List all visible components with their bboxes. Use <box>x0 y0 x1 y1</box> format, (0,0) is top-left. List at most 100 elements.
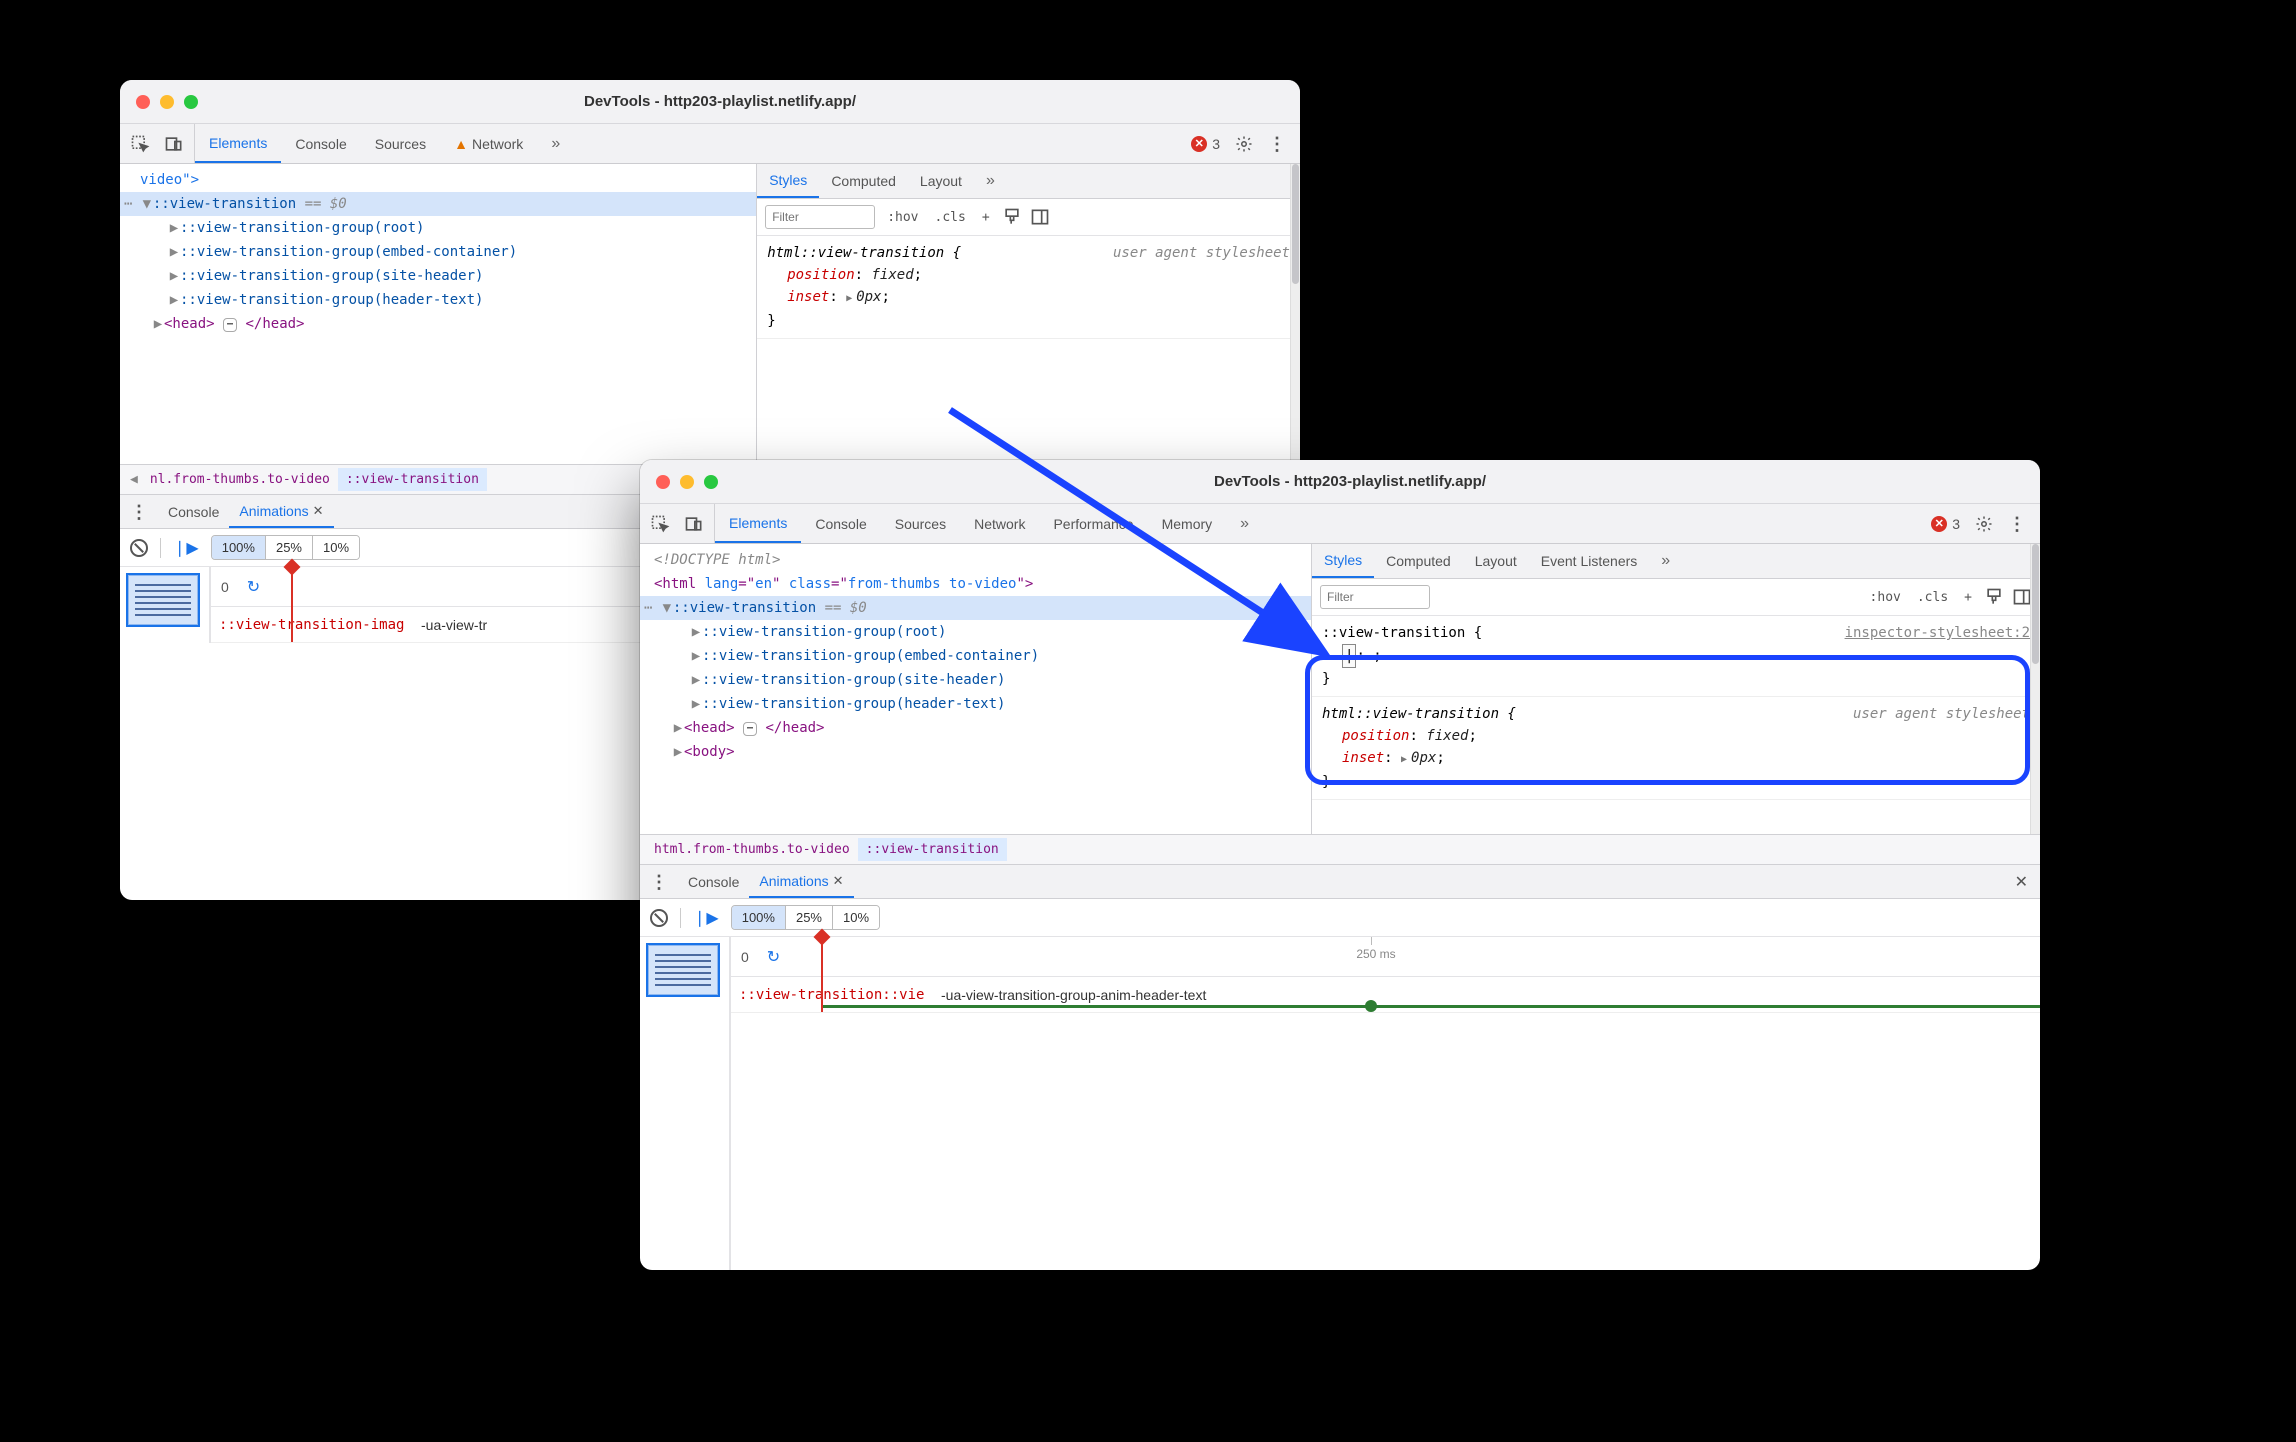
crumb-selected[interactable]: ::view-transition <box>858 838 1007 861</box>
subtab-computed[interactable]: Computed <box>1374 544 1463 578</box>
minimize-dot[interactable] <box>680 475 694 489</box>
speed-100[interactable]: 100% <box>212 536 266 559</box>
keyframe-dot[interactable] <box>1365 1000 1377 1012</box>
speed-segment: 100% 25% 10% <box>731 905 880 930</box>
speed-segment: 100% 25% 10% <box>211 535 360 560</box>
subtab-more[interactable]: » <box>974 164 1007 198</box>
crumb-html[interactable]: nl.from-thumbs.to-video <box>142 468 338 491</box>
subtab-event-listeners[interactable]: Event Listeners <box>1529 544 1650 578</box>
error-count[interactable]: ✕3 <box>1191 136 1220 152</box>
subtab-layout[interactable]: Layout <box>1463 544 1529 578</box>
tab-console[interactable]: Console <box>801 504 880 543</box>
panel-icon[interactable] <box>1030 207 1050 227</box>
css-rule-new[interactable]: inspector-stylesheet:2 ::view-transition… <box>1312 616 2040 697</box>
clear-icon[interactable] <box>650 909 668 927</box>
styles-toolbar: :hov .cls + <box>1312 579 2040 616</box>
speed-10[interactable]: 10% <box>833 906 879 929</box>
error-count[interactable]: ✕3 <box>1931 516 1960 532</box>
traffic-lights <box>656 475 718 489</box>
replay-icon[interactable]: ↻ <box>759 947 788 967</box>
subtab-layout[interactable]: Layout <box>908 164 974 198</box>
gear-icon[interactable] <box>1974 514 1994 534</box>
brush-icon[interactable] <box>1984 587 2004 607</box>
speed-10[interactable]: 10% <box>313 536 359 559</box>
inspect-icon[interactable] <box>130 134 150 154</box>
traffic-lights <box>136 95 198 109</box>
gear-icon[interactable] <box>1234 134 1254 154</box>
replay-icon[interactable]: ↻ <box>239 577 268 597</box>
tab-elements[interactable]: Elements <box>195 124 281 163</box>
close-icon[interactable]: ✕ <box>833 873 844 889</box>
hov-button[interactable]: :hov <box>1866 588 1905 607</box>
anim-thumb[interactable] <box>648 945 718 995</box>
play-icon[interactable]: ❘▶ <box>693 908 719 928</box>
drawer-close[interactable]: ✕ <box>2003 872 2040 892</box>
play-icon[interactable]: ❘▶ <box>173 538 199 558</box>
tab-sources[interactable]: Sources <box>361 124 440 163</box>
css-rule-ua[interactable]: user agent stylesheet html::view-transit… <box>757 236 1300 339</box>
scrollbar[interactable] <box>2030 544 2040 834</box>
drawer-menu[interactable]: ⋮ <box>120 503 158 521</box>
breadcrumb[interactable]: html.from-thumbs.to-video ::view-transit… <box>640 834 2040 864</box>
brush-icon[interactable] <box>1002 207 1022 227</box>
drawer-tab-animations[interactable]: Animations✕ <box>749 865 853 898</box>
styles-toolbar: :hov .cls + <box>757 199 1300 236</box>
drawer-tab-console[interactable]: Console <box>678 865 749 898</box>
add-rule-button[interactable]: + <box>1960 588 1976 607</box>
device-icon[interactable] <box>684 514 704 534</box>
cls-button[interactable]: .cls <box>1913 588 1952 607</box>
minimize-dot[interactable] <box>160 95 174 109</box>
filter-input[interactable] <box>765 205 875 229</box>
titlebar: DevTools - http203-playlist.netlify.app/ <box>120 80 1300 124</box>
dom-tree[interactable]: video"> ⋯ ▼::view-transition == $0 ▶::vi… <box>120 164 756 340</box>
main-toolbar: Elements Console Sources ▲Network » ✕3 ⋮ <box>120 124 1300 164</box>
hov-button[interactable]: :hov <box>883 208 922 227</box>
tab-network[interactable]: ▲Network <box>440 124 537 163</box>
crumb-html[interactable]: html.from-thumbs.to-video <box>646 838 858 861</box>
subtab-more[interactable]: » <box>1649 544 1682 578</box>
time-zero: 0 <box>211 579 239 595</box>
zoom-dot[interactable] <box>704 475 718 489</box>
inspect-icon[interactable] <box>650 514 670 534</box>
device-icon[interactable] <box>164 134 184 154</box>
anim-name: -ua-view-transition-group-anim-header-te… <box>941 987 1206 1003</box>
cls-button[interactable]: .cls <box>931 208 970 227</box>
crumb-selected[interactable]: ::view-transition <box>338 468 487 491</box>
tab-console[interactable]: Console <box>281 124 360 163</box>
speed-100[interactable]: 100% <box>732 906 786 929</box>
more-tabs[interactable]: » <box>537 124 574 163</box>
crumb-scroll-left[interactable]: ◀ <box>126 472 142 487</box>
drawer-menu[interactable]: ⋮ <box>640 873 678 891</box>
kebab-icon[interactable]: ⋮ <box>1268 135 1286 153</box>
timeline[interactable]: 0 ↻ 250 ms ::view-transition::vie -ua-vi… <box>730 937 2040 1270</box>
subtab-computed[interactable]: Computed <box>819 164 908 198</box>
subtab-styles[interactable]: Styles <box>757 164 819 198</box>
css-rule-ua[interactable]: user agent stylesheet html::view-transit… <box>1312 697 2040 800</box>
annotation-arrow <box>930 390 1360 690</box>
drawer-tab-console[interactable]: Console <box>158 495 229 528</box>
dom-selected[interactable]: ⋯ ▼::view-transition == $0 <box>120 192 756 216</box>
anim-target: ::view-transition::vie <box>731 987 932 1003</box>
drawer-tabs: ⋮ Console Animations✕ ✕ <box>640 865 2040 899</box>
speed-25[interactable]: 25% <box>786 906 833 929</box>
panel-icon[interactable] <box>2012 587 2032 607</box>
drawer-tab-animations[interactable]: Animations✕ <box>229 495 333 528</box>
tab-elements[interactable]: Elements <box>715 504 801 543</box>
anim-target: ::view-transition-imag <box>211 617 412 633</box>
warning-icon: ▲ <box>454 136 468 152</box>
kebab-icon[interactable]: ⋮ <box>2008 515 2026 533</box>
close-dot[interactable] <box>656 475 670 489</box>
close-icon[interactable]: ✕ <box>313 503 324 519</box>
animation-groups <box>120 567 210 643</box>
speed-25[interactable]: 25% <box>266 536 313 559</box>
add-rule-button[interactable]: + <box>978 208 994 227</box>
anim-name: -ua-view-tr <box>421 617 487 633</box>
anim-thumb[interactable] <box>128 575 198 625</box>
close-dot[interactable] <box>136 95 150 109</box>
animation-groups <box>640 937 730 1270</box>
clear-icon[interactable] <box>130 539 148 557</box>
time-zero: 0 <box>731 949 759 965</box>
styles-tabs: Styles Computed Layout Event Listeners » <box>1312 544 2040 579</box>
styles-tabs: Styles Computed Layout » <box>757 164 1300 199</box>
zoom-dot[interactable] <box>184 95 198 109</box>
